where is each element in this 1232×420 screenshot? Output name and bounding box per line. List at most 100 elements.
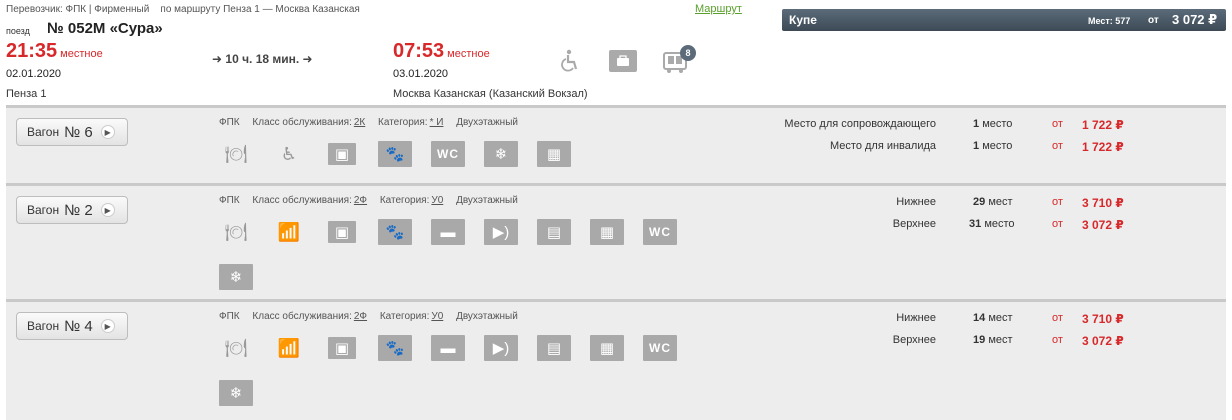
bag-icon [609,50,637,72]
carrier-info: Перевозчик: ФПК | Фирменный по маршруту … [6,4,360,15]
class-value[interactable]: 2К [354,117,365,128]
wagon-button[interactable]: Вагон № 6 ▶ [16,118,128,146]
snowflake-icon: ❄ [219,264,253,290]
seat-ot: от [1052,312,1063,324]
wagon-scheme-button[interactable]: 8 [662,45,696,76]
class-ot: от [1148,15,1159,26]
seat-count: 1 место [973,140,1012,152]
wagon-label: Вагон [27,203,60,217]
seat-count: 14 мест [973,312,1013,324]
pet-icon: 🐾 [378,219,412,245]
seat-count-unit: мест [988,334,1013,346]
food-icon: 🍽 [224,221,248,242]
seat-row: Нижнее 29 мест от 3 710 ₽ [606,196,1226,216]
class-label: Класс обслуживания: [252,311,352,322]
seat-count-value: 31 [969,218,982,230]
food-icon: 🍽 [224,143,248,164]
seat-ot: от [1052,334,1063,346]
class-price: 3 072 ₽ [1172,12,1218,27]
food-icon: 🍽 [224,337,248,358]
class-bar-kupe[interactable]: Купе Мест: 577 от 3 072 ₽ [782,9,1226,31]
play-arrow-icon: ▶ [100,203,115,217]
arrival-time-value: 07:53 [393,40,445,62]
audio-icon: ▶) [484,335,518,361]
seat-ot: от [1052,218,1063,230]
seat-count-unit: место [982,140,1013,152]
wagon-card: Вагон № 2 ▶ ФПК Класс обслуживания: 2Ф Ка… [6,183,1226,299]
wagon-label: Вагон [27,125,60,139]
seat-row: Место для сопровождающего 1 место от 1 7… [606,118,1226,138]
seat-price[interactable]: 3 072 ₽ [1082,334,1124,348]
class-value[interactable]: 2Ф [354,195,367,206]
pet-icon: 🐾 [378,141,412,167]
category-value[interactable]: * И [430,117,444,128]
services-row: ❄ [219,380,272,406]
linen-icon: ▦ [537,141,571,167]
services-row: ❄ [219,264,272,290]
wagon-number: № 6 [64,123,93,141]
seat-row: Место для инвалида 1 место от 1 722 ₽ [606,140,1226,160]
wagon-info: ФПК Класс обслуживания: 2Ф Категория: У0 Д… [219,311,528,322]
seat-ot: от [1052,196,1063,208]
seat-count-value: 29 [973,196,986,208]
seat-row: Верхнее 19 мест от 3 072 ₽ [606,334,1226,354]
seat-price[interactable]: 1 722 ₽ [1082,140,1124,154]
snowflake-icon: ❄ [484,141,518,167]
arrival-date: 03.01.2020 [393,68,449,80]
newspaper-icon: ▤ [537,335,571,361]
wagon-info: ФПК Класс обслуживания: 2Ф Категория: У0 Д… [219,195,528,206]
departure-time-note: местное [60,48,103,60]
seat-count-unit: мест [988,196,1013,208]
audio-icon: ▶) [484,219,518,245]
seat-price[interactable]: 3 710 ₽ [1082,312,1124,326]
seat-price[interactable]: 1 722 ₽ [1082,118,1124,132]
departure-station: Пенза 1 [6,88,47,100]
wagon-button[interactable]: Вагон № 4 ▶ [16,312,128,340]
wheelchair-icon: ♿ [280,143,298,164]
wagon-info: ФПК Класс обслуживания: 2К Категория: * И … [219,117,528,128]
class-name: Купе [789,13,817,27]
seat-count: 31 место [969,218,1015,230]
seat-row: Нижнее 14 мест от 3 710 ₽ [606,312,1226,332]
seat-price[interactable]: 3 710 ₽ [1082,196,1124,210]
pet-icon: 🐾 [378,335,412,361]
wagon-number: № 2 [64,201,93,219]
category-value[interactable]: У0 [431,311,443,322]
seat-count-unit: место [984,218,1015,230]
category-label: Категория: [379,195,430,206]
seat-row: Верхнее 31 место от 3 072 ₽ [606,218,1226,238]
departure-time-value: 21:35 [6,40,58,62]
wagon-type: Двухэтажный [456,117,518,128]
seat-ot: от [1052,118,1063,130]
wagon-card: Вагон № 4 ▶ ФПК Класс обслуживания: 2Ф Ка… [6,299,1226,420]
class-value[interactable]: 2Ф [354,311,367,322]
arrival-time-note: местное [447,48,490,60]
category-value[interactable]: У0 [431,195,443,206]
arrival-station: Москва Казанская (Казанский Вокзал) [393,88,588,100]
wagon-type: Двухэтажный [456,311,518,322]
seat-count-value: 19 [973,334,986,346]
train-label: поезд [6,26,30,36]
train-name: № 052М «Сура» [47,20,163,37]
seat-type: Нижнее [896,196,936,208]
seat-type: Место для сопровождающего [784,118,936,130]
chart-icon: 📶 [277,221,301,242]
wc-icon: WC [431,141,465,167]
route-link[interactable]: Маршрут [695,3,742,15]
toothbrush-icon: ▬ [431,219,465,245]
seat-count: 29 мест [973,196,1013,208]
snowflake-icon: ❄ [219,380,253,406]
bag-icon: ▣ [328,221,356,243]
seat-ot: от [1052,140,1063,152]
wagon-carrier: ФПК [219,195,240,206]
wagon-carrier: ФПК [219,311,240,322]
wagon-button[interactable]: Вагон № 2 ▶ [16,196,128,224]
seat-price[interactable]: 3 072 ₽ [1082,218,1124,232]
seat-count-value: 1 [973,118,980,130]
seat-count-unit: место [982,118,1013,130]
seat-type: Место для инвалида [830,140,936,152]
class-label: Класс обслуживания: [252,195,352,206]
seat-type: Верхнее [892,218,936,230]
bag-icon: ▣ [328,143,356,165]
seat-type: Верхнее [892,334,936,346]
